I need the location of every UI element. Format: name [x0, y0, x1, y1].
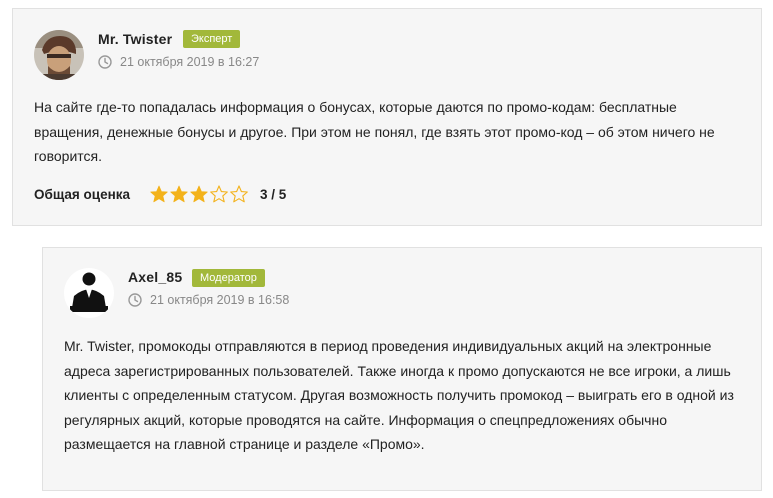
role-badge: Модератор — [192, 269, 265, 287]
comment-text: На сайте где-то попадалась информация о … — [34, 99, 715, 164]
author-name[interactable]: Axel_85 — [128, 269, 182, 285]
comment-date: 21 октября 2019 в 16:58 — [128, 293, 289, 307]
star-filled-icon — [170, 185, 188, 203]
date-text: 21 октября 2019 в 16:27 — [120, 55, 260, 69]
clock-icon — [98, 55, 112, 69]
avatar[interactable] — [64, 268, 114, 318]
date-text: 21 октября 2019 в 16:58 — [150, 293, 290, 307]
rating-label: Общая оценка — [34, 186, 131, 202]
role-badge: Эксперт — [183, 30, 241, 48]
star-empty-icon — [210, 185, 228, 203]
star-filled-icon — [190, 185, 208, 203]
clock-icon — [128, 293, 142, 307]
rating-stars — [150, 185, 250, 203]
rating: Общая оценка 3 / 5 — [34, 185, 286, 203]
comment-card-reply: Axel_85 Модератор 21 октября 2019 в 16:5… — [42, 247, 762, 491]
rating-score: 3 / 5 — [260, 186, 287, 202]
comment-card: Mr. Twister Эксперт 21 октября 2019 в 16… — [12, 8, 762, 226]
comment-date: 21 октября 2019 в 16:27 — [98, 55, 259, 69]
comment-text: Mr. Twister, промокоды отправляются в пе… — [64, 338, 734, 452]
author-name[interactable]: Mr. Twister — [98, 31, 172, 47]
star-filled-icon — [150, 185, 168, 203]
avatar[interactable] — [34, 30, 84, 80]
star-empty-icon — [230, 185, 248, 203]
